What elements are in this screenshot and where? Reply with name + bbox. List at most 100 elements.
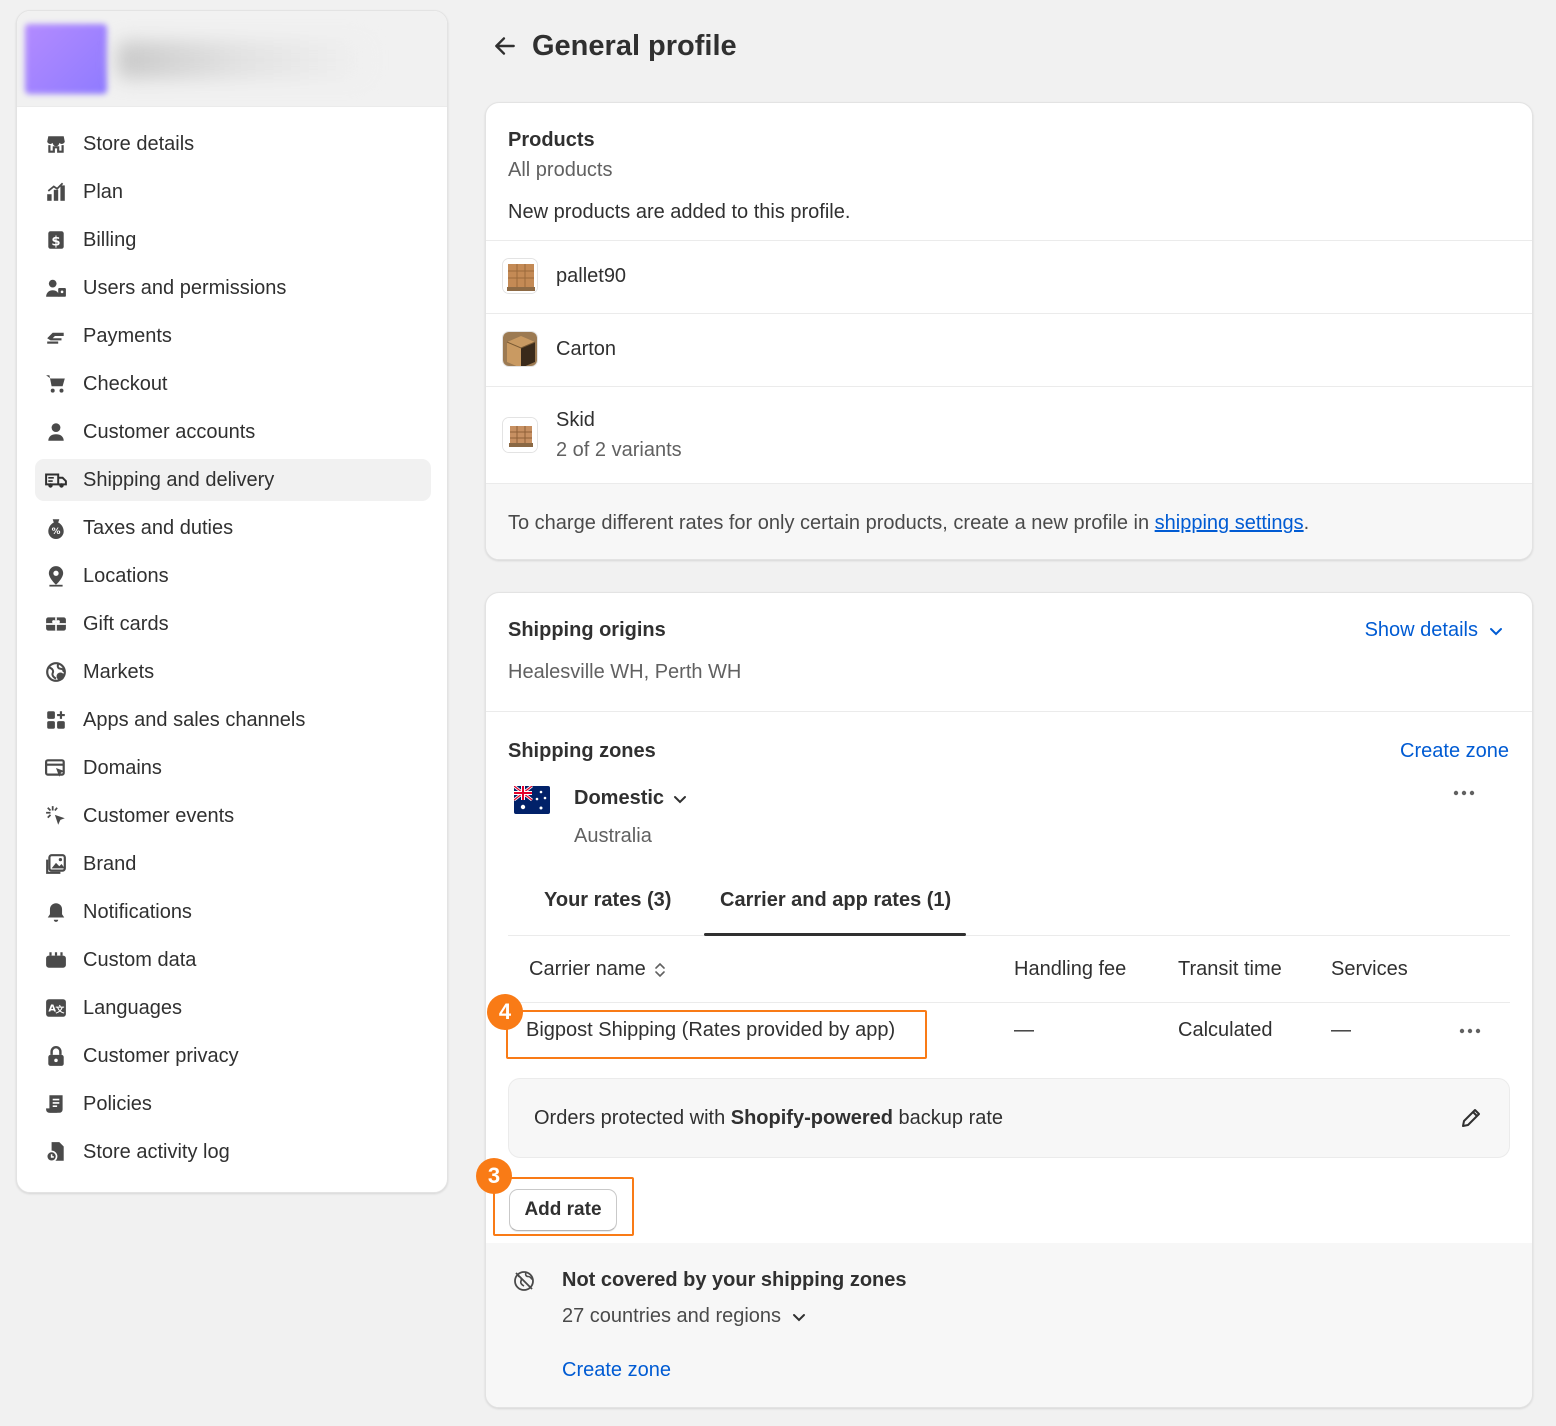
backup-prefix: Orders protected with bbox=[534, 1107, 731, 1129]
sidebar-item-label: Gift cards bbox=[83, 612, 169, 635]
create-zone-link[interactable]: Create zone bbox=[1400, 740, 1509, 763]
apps-icon bbox=[45, 709, 67, 731]
handling-fee-cell: — bbox=[1014, 1019, 1034, 1041]
globe-icon bbox=[45, 661, 67, 683]
product-thumbnail bbox=[502, 258, 538, 294]
sidebar-item-label: Notifications bbox=[83, 900, 192, 923]
tax-icon: % bbox=[45, 517, 67, 539]
sidebar-item-payments[interactable]: Payments bbox=[35, 315, 431, 357]
origins-title: Shipping origins bbox=[508, 619, 666, 641]
backup-suffix: backup rate bbox=[892, 1107, 1004, 1129]
sidebar-item-activity-log[interactable]: Store activity log bbox=[35, 1131, 431, 1173]
sidebar-item-label: Shipping and delivery bbox=[83, 468, 275, 491]
lock-icon bbox=[45, 1045, 67, 1067]
products-title: Products bbox=[508, 129, 595, 151]
sidebar-item-apps[interactable]: Apps and sales channels bbox=[35, 699, 431, 741]
tabs-divider bbox=[508, 935, 1510, 936]
sidebar-item-label: Domains bbox=[83, 756, 162, 779]
sidebar-item-gift-cards[interactable]: Gift cards bbox=[35, 603, 431, 645]
store-header[interactable] bbox=[17, 11, 447, 107]
sidebar-item-markets[interactable]: Markets bbox=[35, 651, 431, 693]
product-thumbnail bbox=[502, 417, 538, 453]
tab-carrier-app-rates[interactable]: Carrier and app rates (1) bbox=[720, 889, 951, 912]
sidebar-item-notifications[interactable]: Notifications bbox=[35, 891, 431, 933]
domains-icon bbox=[45, 757, 67, 779]
product-row[interactable]: Carton bbox=[486, 314, 1532, 386]
sidebar-item-label: Brand bbox=[83, 852, 137, 875]
show-details-button[interactable]: Show details bbox=[1365, 619, 1504, 642]
truck-icon bbox=[45, 469, 67, 491]
rate-more-actions-icon[interactable] bbox=[1454, 1021, 1486, 1041]
product-row[interactable]: Skid 2 of 2 variants bbox=[486, 387, 1532, 483]
activity-log-icon bbox=[45, 1141, 67, 1163]
sidebar-item-plan[interactable]: Plan bbox=[35, 171, 431, 213]
chevron-down-icon bbox=[674, 795, 687, 803]
cursor-icon bbox=[45, 805, 67, 827]
users-icon bbox=[45, 277, 67, 299]
sidebar-item-customer-privacy[interactable]: Customer privacy bbox=[35, 1035, 431, 1077]
sidebar-item-customer-events[interactable]: Customer events bbox=[35, 795, 431, 837]
not-covered-section: Not covered by your shipping zones 27 co… bbox=[486, 1243, 1532, 1407]
step-badge-3: 3 bbox=[476, 1158, 512, 1194]
not-covered-create-zone-link[interactable]: Create zone bbox=[562, 1359, 671, 1382]
sidebar-item-taxes[interactable]: % Taxes and duties bbox=[35, 507, 431, 549]
sidebar-item-store-details[interactable]: Store details bbox=[35, 123, 431, 165]
carrier-name-sort-header[interactable]: Carrier name bbox=[529, 958, 666, 981]
globe-off-icon bbox=[512, 1269, 536, 1293]
sidebar-item-shipping[interactable]: Shipping and delivery bbox=[35, 459, 431, 501]
sidebar-item-label: Billing bbox=[83, 228, 137, 251]
sidebar-item-users[interactable]: Users and permissions bbox=[35, 267, 431, 309]
sidebar-item-brand[interactable]: Brand bbox=[35, 843, 431, 885]
shipping-settings-link[interactable]: shipping settings bbox=[1155, 512, 1304, 534]
sidebar-item-label: Markets bbox=[83, 660, 155, 683]
profile-footer: To charge different rates for only certa… bbox=[486, 483, 1532, 559]
footer-text: To charge different rates for only certa… bbox=[508, 512, 1155, 534]
sidebar-item-languages[interactable]: A文 Languages bbox=[35, 987, 431, 1029]
product-row[interactable]: pallet90 bbox=[486, 241, 1532, 313]
sidebar-item-label: Custom data bbox=[83, 948, 197, 971]
sidebar-item-checkout[interactable]: Checkout bbox=[35, 363, 431, 405]
page-header: General profile bbox=[492, 26, 737, 66]
zone-country: Australia bbox=[574, 825, 652, 847]
settings-sidebar: Store details Plan $ Billing Users and p… bbox=[16, 10, 448, 1193]
transit-time-cell: Calculated bbox=[1178, 1019, 1273, 1041]
chevron-down-icon bbox=[1490, 627, 1502, 635]
zone-name-dropdown[interactable]: Domestic bbox=[574, 787, 688, 810]
not-covered-title: Not covered by your shipping zones bbox=[562, 1269, 907, 1291]
custom-data-icon bbox=[45, 949, 67, 971]
tab-your-rates[interactable]: Your rates (3) bbox=[544, 889, 671, 912]
not-covered-count: 27 countries and regions bbox=[562, 1305, 782, 1327]
back-arrow-icon[interactable] bbox=[492, 33, 518, 59]
sidebar-item-label: Plan bbox=[83, 180, 124, 203]
policies-icon bbox=[45, 1093, 67, 1115]
sidebar-item-label: Store activity log bbox=[83, 1140, 230, 1163]
active-tab-indicator bbox=[704, 933, 966, 936]
zone-more-actions-icon[interactable] bbox=[1448, 783, 1480, 803]
column-header-handling: Handling fee bbox=[1014, 958, 1127, 980]
page-title: General profile bbox=[532, 29, 737, 62]
edit-pencil-icon[interactable] bbox=[1459, 1106, 1483, 1130]
origins-locations: Healesville WH, Perth WH bbox=[508, 661, 742, 683]
show-details-label: Show details bbox=[1364, 619, 1478, 641]
store-name-redacted bbox=[117, 41, 367, 79]
sidebar-item-label: Payments bbox=[83, 324, 172, 347]
payments-icon bbox=[45, 325, 67, 347]
sidebar-item-customer-accounts[interactable]: Customer accounts bbox=[35, 411, 431, 453]
sidebar-item-domains[interactable]: Domains bbox=[35, 747, 431, 789]
sidebar-item-custom-data[interactable]: Custom data bbox=[35, 939, 431, 981]
sidebar-item-policies[interactable]: Policies bbox=[35, 1083, 431, 1125]
zones-title: Shipping zones bbox=[508, 740, 656, 762]
store-avatar bbox=[25, 24, 107, 94]
sidebar-item-billing[interactable]: $ Billing bbox=[35, 219, 431, 261]
shipping-card: Shipping origins Show details Healesvill… bbox=[485, 592, 1533, 1408]
sidebar-item-label: Languages bbox=[83, 996, 182, 1019]
sidebar-item-locations[interactable]: Locations bbox=[35, 555, 431, 597]
cart-icon bbox=[45, 373, 67, 395]
svg-text:%: % bbox=[52, 527, 61, 537]
store-icon bbox=[45, 133, 67, 155]
sidebar-item-label: Checkout bbox=[83, 372, 168, 395]
products-subtitle: All products bbox=[508, 159, 613, 181]
not-covered-count-dropdown[interactable]: 27 countries and regions bbox=[562, 1305, 807, 1328]
settings-nav: Store details Plan $ Billing Users and p… bbox=[35, 123, 431, 1179]
location-icon bbox=[45, 565, 67, 587]
